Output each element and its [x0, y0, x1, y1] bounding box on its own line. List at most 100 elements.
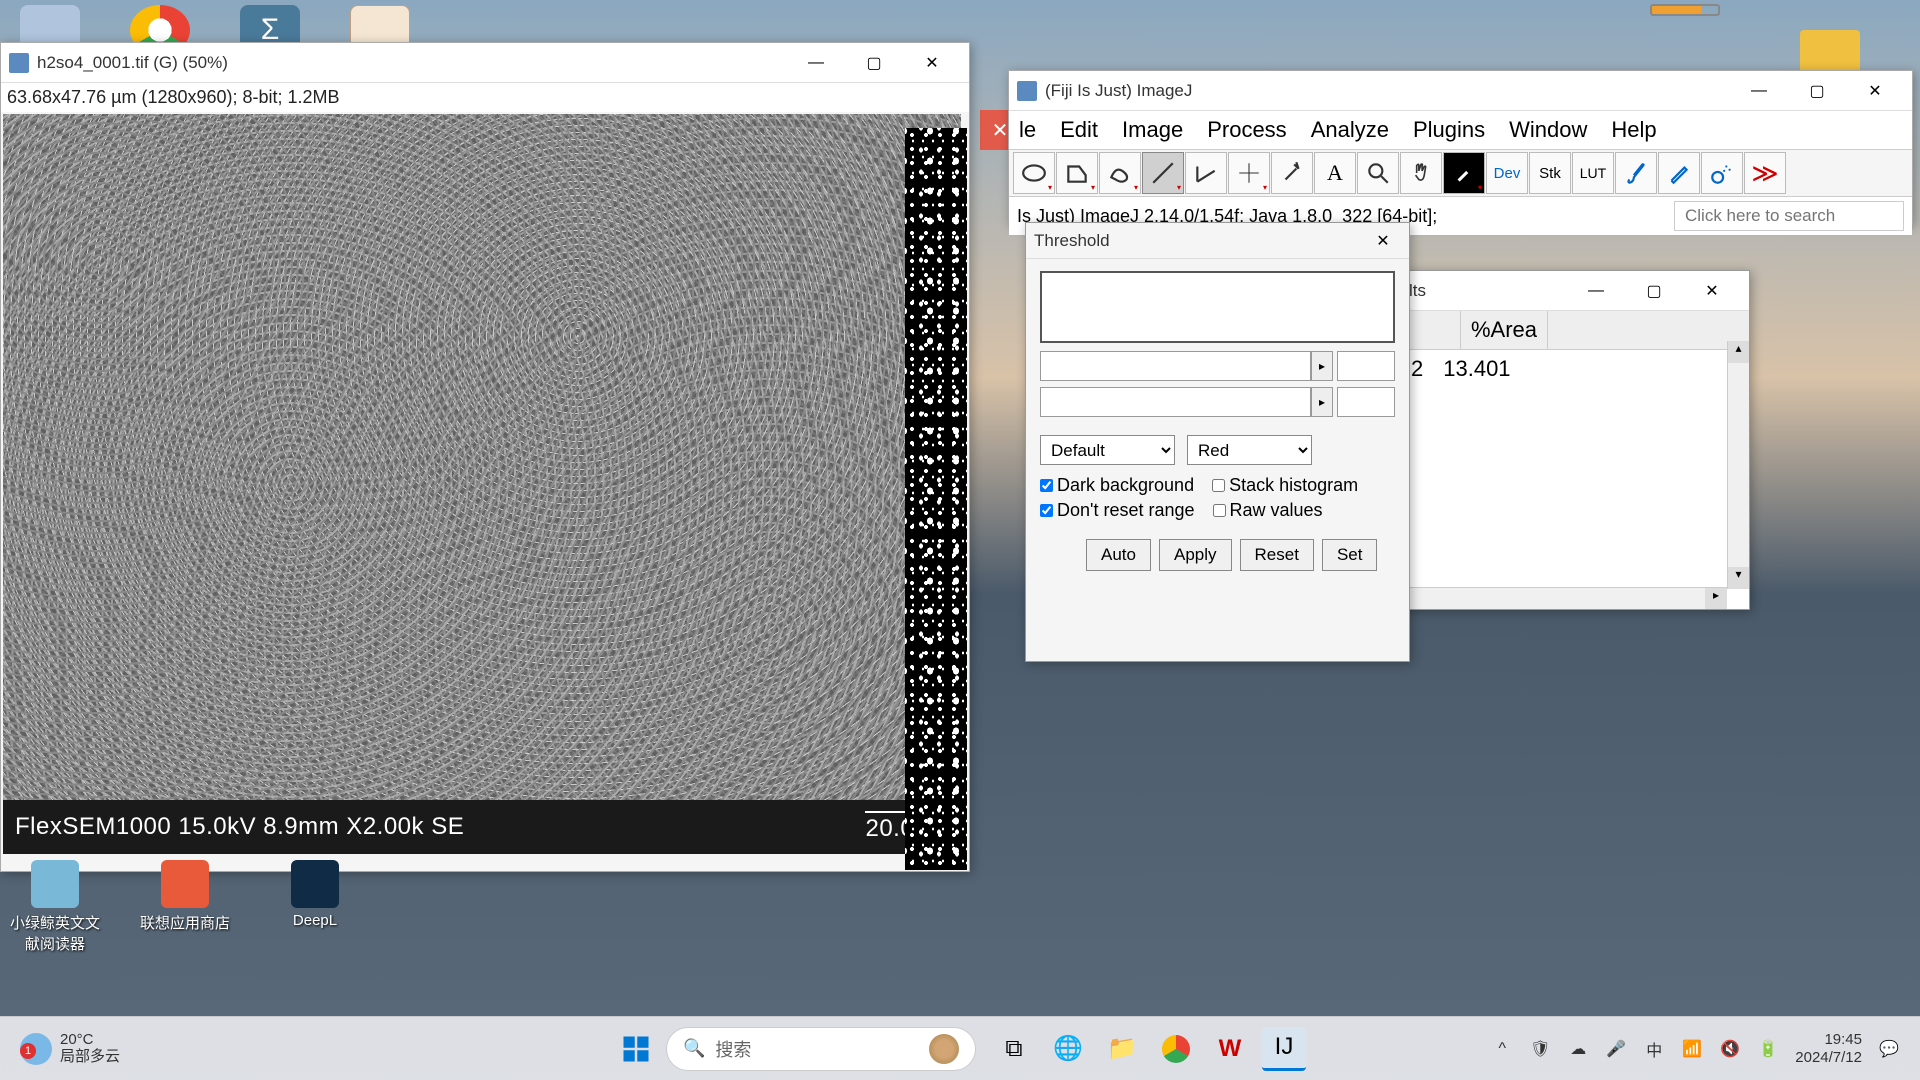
edge-icon[interactable]: 🌐 — [1046, 1027, 1090, 1071]
weather-desc: 局部多云 — [60, 1049, 120, 1066]
line-tool[interactable]: ▾ — [1142, 152, 1184, 194]
wand-tool[interactable] — [1271, 152, 1313, 194]
binary-image-strip — [905, 128, 967, 870]
oval-tool[interactable]: ▾ — [1013, 152, 1055, 194]
freehand-tool[interactable]: ▾ — [1099, 152, 1141, 194]
maximize-button[interactable]: ▢ — [1625, 271, 1683, 311]
imagej-icon — [9, 53, 29, 73]
stk-tool[interactable]: Stk — [1529, 152, 1571, 194]
angle-tool[interactable] — [1185, 152, 1227, 194]
auto-button[interactable]: Auto — [1086, 539, 1151, 571]
tray-overflow-icon[interactable]: ^ — [1491, 1038, 1513, 1060]
minimize-button[interactable]: — — [1730, 71, 1788, 111]
table-row[interactable]: 2 13.401 — [1401, 350, 1749, 388]
task-view-icon[interactable]: ⧉ — [992, 1027, 1036, 1071]
vscrollbar[interactable]: ▴ ▾ — [1727, 341, 1749, 589]
spray-tool[interactable] — [1701, 152, 1743, 194]
max-value-field[interactable] — [1337, 387, 1395, 417]
reset-button[interactable]: Reset — [1240, 539, 1314, 571]
menu-process[interactable]: Process — [1199, 115, 1294, 145]
menu-file[interactable]: le — [1011, 115, 1044, 145]
scroll-down-icon[interactable]: ▾ — [1728, 567, 1749, 589]
method-select[interactable]: Default — [1040, 435, 1175, 465]
zoom-tool[interactable] — [1357, 152, 1399, 194]
raw-values-checkbox[interactable]: Raw values — [1213, 500, 1323, 521]
set-button[interactable]: Set — [1322, 539, 1378, 571]
close-button[interactable]: ✕ — [1846, 71, 1904, 111]
close-button[interactable]: ✕ — [1365, 223, 1401, 259]
menu-analyze[interactable]: Analyze — [1303, 115, 1397, 145]
imagej-icon — [1017, 81, 1037, 101]
desktop-app[interactable]: 联想应用商店 — [135, 860, 235, 954]
hand-tool[interactable] — [1400, 152, 1442, 194]
arrow-tool[interactable]: ≫ — [1744, 152, 1786, 194]
slider-track[interactable] — [1040, 387, 1311, 417]
dont-reset-range-checkbox[interactable]: Don't reset range — [1040, 500, 1195, 521]
taskbar-search[interactable]: 🔍 搜索 — [666, 1027, 976, 1071]
start-button[interactable] — [614, 1027, 658, 1071]
search-input[interactable] — [1674, 201, 1904, 231]
apply-button[interactable]: Apply — [1159, 539, 1232, 571]
titlebar[interactable]: lts — ▢ ✕ — [1401, 271, 1749, 311]
time: 19:45 — [1795, 1031, 1862, 1049]
maximize-button[interactable]: ▢ — [845, 43, 903, 83]
onedrive-icon[interactable]: ☁ — [1567, 1038, 1589, 1060]
menu-help[interactable]: Help — [1603, 115, 1664, 145]
pencil-tool[interactable] — [1658, 152, 1700, 194]
microphone-icon[interactable]: 🎤 — [1605, 1038, 1627, 1060]
sem-footer: FlexSEM1000 15.0kV 8.9mm X2.00k SE 20.0µ… — [3, 800, 961, 854]
point-tool[interactable]: ▾ — [1228, 152, 1270, 194]
security-icon[interactable]: 🛡 — [1529, 1038, 1551, 1060]
slider-right-icon[interactable]: ▸ — [1311, 351, 1333, 381]
brush-tool[interactable] — [1615, 152, 1657, 194]
minimize-button[interactable]: — — [1567, 271, 1625, 311]
color-picker-tool[interactable]: ▾ — [1443, 152, 1485, 194]
scroll-up-icon[interactable]: ▴ — [1728, 341, 1749, 363]
image-canvas[interactable]: FlexSEM1000 15.0kV 8.9mm X2.00k SE 20.0µ… — [3, 114, 961, 854]
notifications-icon[interactable]: 💬 — [1878, 1038, 1900, 1060]
menu-plugins[interactable]: Plugins — [1405, 115, 1493, 145]
min-threshold-slider[interactable]: ▸ — [1040, 351, 1395, 381]
close-button[interactable]: ✕ — [903, 43, 961, 83]
max-threshold-slider[interactable]: ▸ — [1040, 387, 1395, 417]
text-tool[interactable]: A — [1314, 152, 1356, 194]
menu-image[interactable]: Image — [1114, 115, 1191, 145]
battery-icon[interactable]: 🔋 — [1757, 1038, 1779, 1060]
taskbar: 20°C 局部多云 🔍 搜索 ⧉ 🌐 📁 W IJ ^ 🛡 ☁ 🎤 中 📶 🔇 … — [0, 1016, 1920, 1080]
minimize-button[interactable]: — — [787, 43, 845, 83]
slider-track[interactable] — [1040, 351, 1311, 381]
window-title: lts — [1409, 281, 1567, 301]
ime-indicator[interactable]: 中 — [1643, 1038, 1665, 1060]
menu-edit[interactable]: Edit — [1052, 115, 1106, 145]
titlebar[interactable]: h2so4_0001.tif (G) (50%) — ▢ ✕ — [1, 43, 969, 83]
threshold-dialog: Threshold ✕ ▸ ▸ Default Red Dark backgro… — [1025, 222, 1410, 662]
image-metadata: 63.68x47.76 µm (1280x960); 8-bit; 1.2MB — [1, 83, 969, 112]
dev-tool[interactable]: Dev — [1486, 152, 1528, 194]
titlebar[interactable]: (Fiji Is Just) ImageJ — ▢ ✕ — [1009, 71, 1912, 111]
maximize-button[interactable]: ▢ — [1788, 71, 1846, 111]
desktop-app[interactable]: DeepL — [265, 860, 365, 954]
dark-background-checkbox[interactable]: Dark background — [1040, 475, 1194, 496]
search-placeholder: 搜索 — [715, 1036, 751, 1062]
desktop-app[interactable]: 小绿鲸英文文 献阅读器 — [5, 860, 105, 954]
stack-histogram-checkbox[interactable]: Stack histogram — [1212, 475, 1358, 496]
explorer-icon[interactable]: 📁 — [1100, 1027, 1144, 1071]
folder-icon[interactable] — [1800, 30, 1860, 75]
slider-right-icon[interactable]: ▸ — [1311, 387, 1333, 417]
chrome-taskbar-icon[interactable] — [1154, 1027, 1198, 1071]
lut-tool[interactable]: LUT — [1572, 152, 1614, 194]
color-select[interactable]: Red — [1187, 435, 1312, 465]
weather-widget[interactable]: 20°C 局部多云 — [20, 1032, 120, 1065]
hscrollbar[interactable]: ▸ — [1401, 587, 1727, 609]
min-value-field[interactable] — [1337, 351, 1395, 381]
close-button[interactable]: ✕ — [1683, 271, 1741, 311]
wifi-icon[interactable]: 📶 — [1681, 1038, 1703, 1060]
polygon-tool[interactable]: ▾ — [1056, 152, 1098, 194]
wps-icon[interactable]: W — [1208, 1027, 1252, 1071]
titlebar[interactable]: Threshold ✕ — [1026, 223, 1409, 259]
menu-window[interactable]: Window — [1501, 115, 1595, 145]
imagej-taskbar-icon[interactable]: IJ — [1262, 1027, 1306, 1071]
scroll-right-icon[interactable]: ▸ — [1705, 588, 1727, 609]
volume-icon[interactable]: 🔇 — [1719, 1038, 1741, 1060]
clock[interactable]: 19:45 2024/7/12 — [1795, 1031, 1862, 1067]
